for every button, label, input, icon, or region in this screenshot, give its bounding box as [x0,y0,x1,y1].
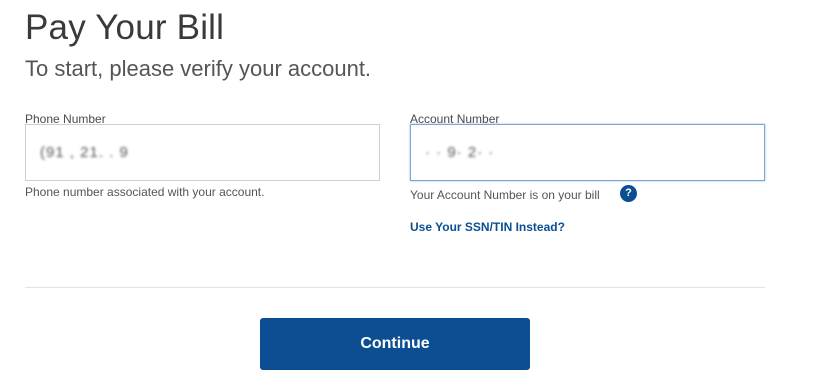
page-subtitle: To start, please verify your account. [25,56,372,81]
divider [25,287,765,288]
account-number-value: · · 9· 2· · [425,144,495,161]
account-number-helper: Your Account Number is on your bill [410,188,600,202]
phone-number-input[interactable]: (91 , 21. . 9 [25,124,380,181]
question-mark-icon[interactable]: ? [620,185,637,202]
phone-number-value: (91 , 21. . 9 [40,144,129,161]
page-title: Pay Your Bill [25,8,225,47]
phone-number-helper: Phone number associated with your accoun… [25,185,265,199]
account-number-input[interactable]: · · 9· 2· · [410,124,765,181]
pay-bill-page: Pay Your Bill To start, please verify yo… [0,0,813,392]
use-ssn-tin-link[interactable]: Use Your SSN/TIN Instead? [410,220,565,234]
continue-button[interactable]: Continue [260,318,530,370]
